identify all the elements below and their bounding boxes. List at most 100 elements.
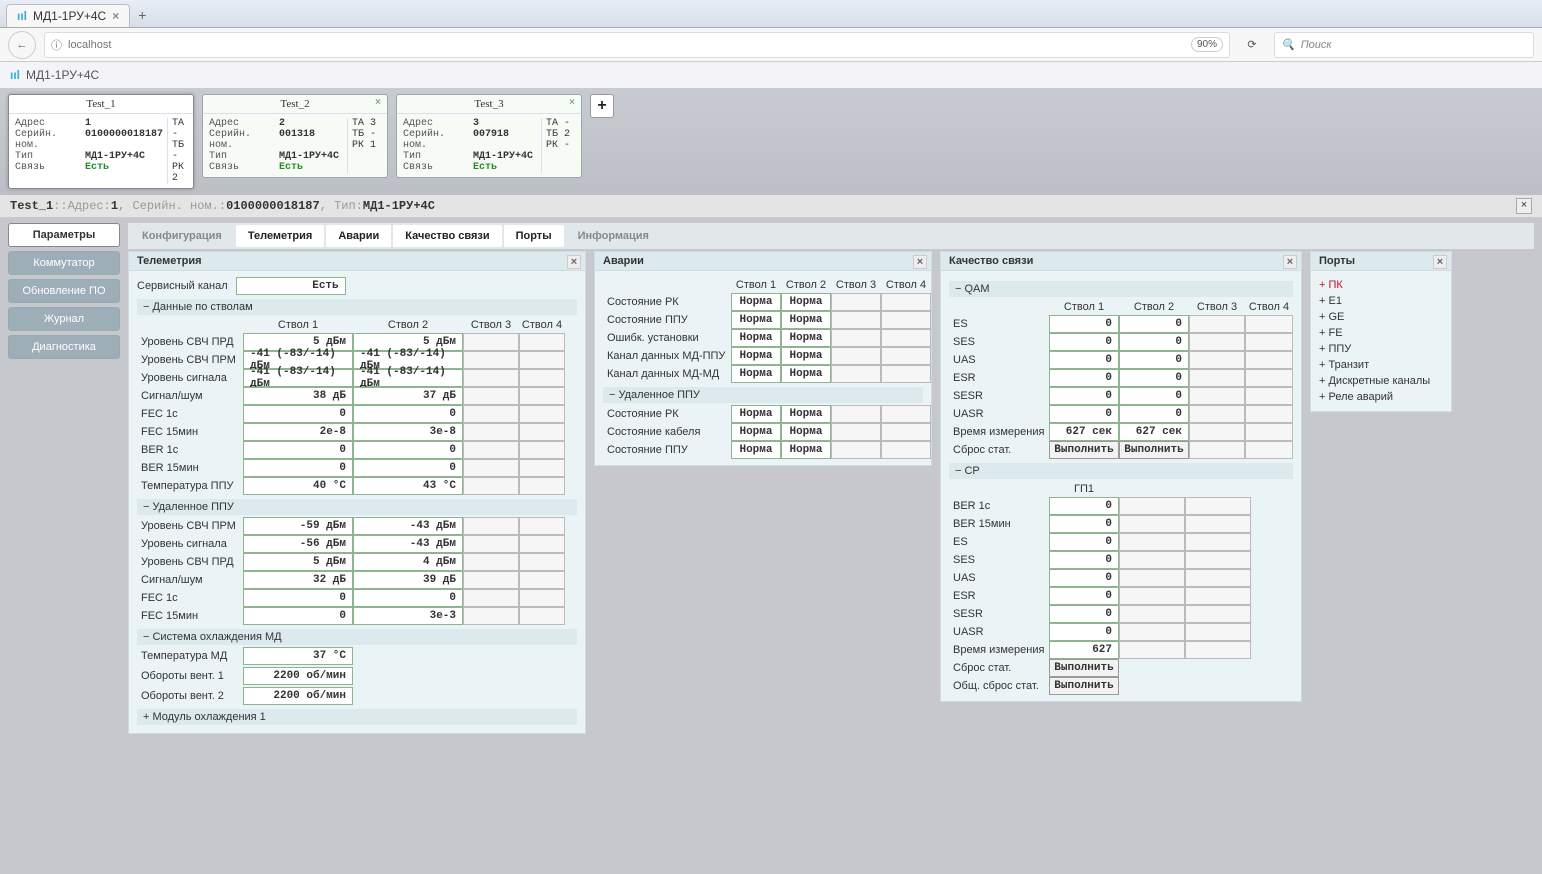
top-tab[interactable]: Телеметрия [236, 225, 325, 247]
top-tab[interactable]: Конфигурация [130, 225, 234, 247]
panel-close-button[interactable]: × [913, 255, 927, 269]
reload-button[interactable]: ⟳ [1238, 31, 1266, 59]
top-tab[interactable]: Порты [504, 225, 564, 247]
top-tab[interactable]: Информация [566, 225, 661, 247]
row-label: Состояние ППУ [603, 311, 731, 329]
status-cell [881, 423, 931, 441]
port-item[interactable]: + ППУ [1319, 341, 1443, 357]
group-qam[interactable]: − QAM [949, 281, 1293, 297]
close-icon[interactable]: × [375, 98, 381, 109]
status-cell: Норма [731, 365, 781, 383]
close-icon[interactable]: × [569, 98, 575, 109]
value-cell: -59 дБм [243, 517, 353, 535]
status-cell: Норма [781, 405, 831, 423]
reset-all-button[interactable]: Выполнить [1049, 677, 1119, 695]
ports-panel: Порты × + ПК+ E1+ GE+ FE+ ППУ+ Транзит+ … [1310, 251, 1452, 412]
value-cell [1119, 587, 1185, 605]
selection-close-button[interactable]: × [1516, 198, 1532, 214]
url-bar: ← ⓘ localhost 90% ⟳ 🔍 Поиск [0, 28, 1542, 62]
device-card[interactable]: Test_1 Адрес1 Серийн. ном.0100000018187 … [8, 94, 194, 189]
sel-sep: :: [53, 199, 67, 213]
column-header: Ствол 3 [463, 317, 519, 333]
value-cell: 0 [1049, 551, 1119, 569]
port-item[interactable]: + E1 [1319, 293, 1443, 309]
status-cell: Норма [731, 405, 781, 423]
new-tab-button[interactable]: + [130, 3, 154, 27]
back-button[interactable]: ← [8, 31, 36, 59]
row-label: ES [949, 533, 1049, 551]
alarms-group-remote[interactable]: − Удаленное ППУ [603, 387, 923, 403]
device-card[interactable]: Test_3 × Адрес3 Серийн. ном.007918 ТипМД… [396, 94, 582, 178]
sel-type: МД1-1РУ+4С [363, 199, 435, 213]
value-cell [1185, 641, 1251, 659]
row-label: BER 1с [949, 497, 1049, 515]
value-cell: 0 [1049, 351, 1119, 369]
nav-button[interactable]: Параметры [8, 223, 120, 247]
value-cell: 2200 об/мин [243, 687, 353, 705]
device-card[interactable]: Test_2 × Адрес2 Серийн. ном.001318 ТипМД… [202, 94, 388, 178]
status-cell: Норма [731, 347, 781, 365]
status-cell [881, 311, 931, 329]
nav-button[interactable]: Обновление ПО [8, 279, 120, 303]
reset-button[interactable]: Выполнить [1049, 659, 1119, 677]
port-item[interactable]: + GE [1319, 309, 1443, 325]
value-cell: 2200 об/мин [243, 667, 353, 685]
row-label: Сигнал/шум [137, 571, 243, 589]
panel-close-button[interactable]: × [1283, 255, 1297, 269]
device-name: Test_2 [203, 95, 387, 114]
port-item[interactable]: + Реле аварий [1319, 389, 1443, 405]
group-cooling-module[interactable]: + Модуль охлаждения 1 [137, 709, 577, 725]
value-cell: 40 °C [243, 477, 353, 495]
value-cell [463, 441, 519, 459]
search-input[interactable]: 🔍 Поиск [1274, 32, 1534, 58]
panel-close-button[interactable]: × [1433, 255, 1447, 269]
row-label: Уровень сигнала [137, 535, 243, 553]
value-cell [463, 405, 519, 423]
close-icon[interactable]: × [112, 9, 119, 23]
value-cell: 0 [353, 405, 463, 423]
value-cell: 0 [243, 441, 353, 459]
value-cell: 3e-3 [353, 607, 463, 625]
group-cp[interactable]: − СР [949, 463, 1293, 479]
workspace: Параметры Коммутатор Обновление ПО Журнал Ди… [0, 217, 1542, 740]
row-label: UASR [949, 623, 1049, 641]
zoom-badge[interactable]: 90% [1191, 37, 1223, 52]
value-cell: 0 [1119, 333, 1189, 351]
value-cell: 0 [243, 405, 353, 423]
column-header: Ствол 2 [1119, 299, 1189, 315]
quality-panel: Качество связи × − QAM Ствол 1Ствол 2Ств… [940, 251, 1302, 702]
value-cell [1189, 423, 1245, 441]
top-tabs: КонфигурацияТелеметрияАварииКачество свя… [128, 223, 1534, 249]
reset-button[interactable]: Выполнить [1119, 441, 1189, 459]
port-item[interactable]: + Транзит [1319, 357, 1443, 373]
row-label: Температура ППУ [137, 477, 243, 495]
reset-button[interactable]: Выполнить [1049, 441, 1119, 459]
nav-button[interactable]: Журнал [8, 307, 120, 331]
status-cell [831, 405, 881, 423]
url-input[interactable]: ⓘ localhost 90% [44, 32, 1230, 58]
nav-button[interactable]: Коммутатор [8, 251, 120, 275]
value-cell [519, 351, 565, 369]
row-label: ESR [949, 587, 1049, 605]
panel-close-button[interactable]: × [567, 255, 581, 269]
group-stvol[interactable]: − Данные по стволам [137, 299, 577, 315]
tab-favicon: ııl [17, 9, 27, 23]
nav-button[interactable]: Диагностика [8, 335, 120, 359]
group-remote-ppu[interactable]: − Удаленное ППУ [137, 499, 577, 515]
value-cell [1245, 369, 1293, 387]
port-item[interactable]: + FE [1319, 325, 1443, 341]
browser-tab[interactable]: ııl МД1-1РУ+4С × [6, 4, 130, 27]
value-cell [1185, 623, 1251, 641]
group-cooling[interactable]: − Система охлаждения МД [137, 629, 577, 645]
value-cell [463, 477, 519, 495]
top-tab[interactable]: Качество связи [393, 225, 501, 247]
service-channel-label: Сервисный канал [137, 280, 228, 292]
value-cell [463, 589, 519, 607]
row-label: FEC 1с [137, 405, 243, 423]
port-item[interactable]: + Дискретные каналы [1319, 373, 1443, 389]
port-item[interactable]: + ПК [1319, 277, 1443, 293]
telemetry-panel: Телеметрия × Сервисный канал Есть − Данн… [128, 251, 586, 734]
column-header: ГП1 [1049, 481, 1119, 497]
top-tab[interactable]: Аварии [326, 225, 391, 247]
add-device-button[interactable]: + [590, 94, 614, 118]
